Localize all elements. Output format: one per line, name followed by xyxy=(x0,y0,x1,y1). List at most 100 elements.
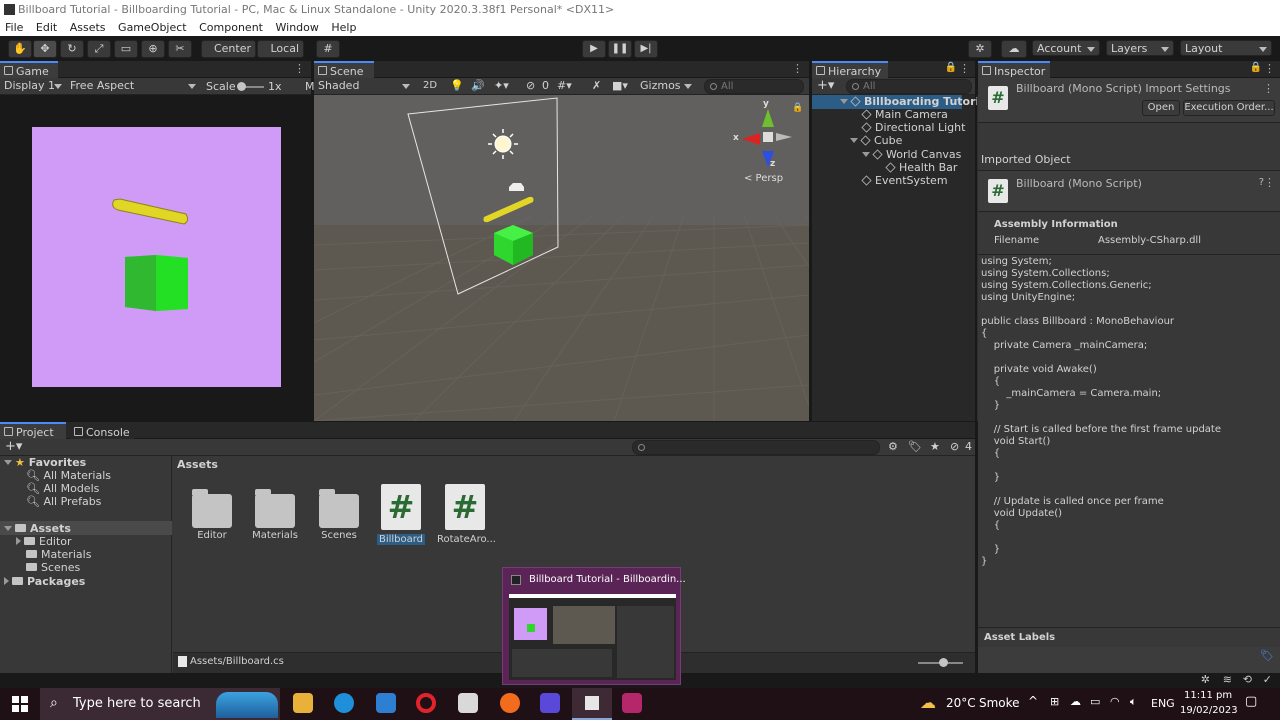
microsoft-store-icon[interactable] xyxy=(458,693,478,713)
asset-folder-materials[interactable]: Materials xyxy=(247,488,303,541)
project-search-input[interactable] xyxy=(632,440,880,455)
expand-arrow-icon[interactable] xyxy=(4,526,12,531)
windows-start-icon[interactable] xyxy=(12,696,28,712)
expand-arrow-icon[interactable] xyxy=(862,152,870,157)
favorites-item[interactable]: 🔍︎ All Materials xyxy=(26,469,111,482)
tab-scene[interactable]: Scene xyxy=(314,61,374,78)
hierarchy-item-eventsystem[interactable]: EventSystem xyxy=(861,174,948,187)
pivot-center-button[interactable]: Center xyxy=(201,40,256,58)
assets-breadcrumb[interactable]: Assets xyxy=(177,458,218,471)
custom-tool-icon[interactable]: ✂ xyxy=(168,40,192,58)
transform-tool-icon[interactable]: ⊕ xyxy=(141,40,165,58)
gizmos-dropdown[interactable]: Gizmos xyxy=(636,78,696,94)
label-tag-icon[interactable]: 🏷 xyxy=(1260,649,1274,662)
account-dropdown[interactable]: Account xyxy=(1032,40,1100,56)
menu-edit[interactable]: Edit xyxy=(36,21,57,34)
create-add-icon[interactable]: +▾ xyxy=(5,439,22,455)
file-explorer-icon[interactable] xyxy=(293,693,313,713)
panel-menu-icon[interactable]: ⋮ xyxy=(792,62,803,75)
asset-script-rotatearound[interactable]: # RotateAro... xyxy=(437,484,496,545)
icon-size-slider-thumb[interactable] xyxy=(939,658,948,667)
axis-x-cone[interactable] xyxy=(742,133,760,145)
app-icon[interactable] xyxy=(540,693,560,713)
layout-dropdown[interactable]: Layout xyxy=(1180,40,1272,56)
cloud-icon[interactable]: ☁ xyxy=(1001,40,1027,58)
network-device-icon[interactable]: ⊞ xyxy=(1050,695,1059,708)
favorites-item[interactable]: 🔍︎ All Prefabs xyxy=(26,495,101,508)
collab-icon[interactable]: ✲ xyxy=(968,40,992,58)
mode-2d-button[interactable]: 2D xyxy=(418,79,442,93)
lock-icon[interactable]: 🔒 xyxy=(792,103,803,113)
unity-taskbar-button[interactable] xyxy=(572,688,612,720)
display-dropdown[interactable]: Display 1 xyxy=(0,78,66,94)
opera-browser-icon[interactable] xyxy=(416,693,436,713)
move-tool-icon[interactable]: ✥ xyxy=(33,40,57,58)
menu-gameobject[interactable]: GameObject xyxy=(118,21,187,34)
hierarchy-item-world-canvas[interactable]: World Canvas xyxy=(862,148,961,161)
grid-dropdown-icon[interactable]: #▾ xyxy=(557,78,572,94)
edge-browser-icon[interactable] xyxy=(334,693,354,713)
menu-file[interactable]: File xyxy=(5,21,23,34)
hierarchy-search-input[interactable]: All xyxy=(846,79,972,94)
onedrive-icon[interactable]: ☁ xyxy=(1070,695,1081,708)
projection-toggle[interactable]: < Persp xyxy=(744,173,783,184)
layers-stack-icon[interactable]: ≋ xyxy=(1223,673,1232,686)
taskbar-thumbnail-popup[interactable]: Billboard Tutorial - Billboardin... xyxy=(502,567,686,685)
clock-date[interactable]: 19/02/2023 xyxy=(1180,705,1238,716)
asset-folder-scenes[interactable]: Scenes xyxy=(311,488,367,541)
folder-node-materials[interactable]: Materials xyxy=(26,548,91,561)
wifi-icon[interactable]: ◠ xyxy=(1110,695,1120,708)
menu-help[interactable]: Help xyxy=(331,21,356,34)
folder-node-scenes[interactable]: Scenes xyxy=(26,561,80,574)
input-language[interactable]: ENG xyxy=(1151,697,1175,710)
directional-light-icon[interactable] xyxy=(494,135,512,153)
tab-console[interactable]: Console xyxy=(70,422,134,439)
mail-icon[interactable] xyxy=(376,693,396,713)
notification-center-icon[interactable]: ▢ xyxy=(1245,694,1257,709)
script-menu-icon[interactable]: ⋮ xyxy=(1264,176,1275,189)
popup-preview[interactable] xyxy=(509,594,676,680)
progress-icon[interactable]: ⟲ xyxy=(1243,673,1252,686)
favorites-node[interactable]: ★ Favorites xyxy=(4,456,86,469)
menu-component[interactable]: Component xyxy=(199,21,263,34)
axis-neg-x-cone[interactable] xyxy=(776,133,792,141)
header-menu-icon[interactable]: ⋮ xyxy=(1263,82,1274,95)
create-add-icon[interactable]: +▾ xyxy=(817,78,834,94)
pause-button[interactable]: ❚❚ xyxy=(608,40,632,58)
asset-script-billboard[interactable]: # Billboard xyxy=(373,484,429,545)
hierarchy-item-cube[interactable]: Cube xyxy=(850,134,902,147)
expand-arrow-icon[interactable] xyxy=(16,537,21,545)
play-button[interactable]: ▶ xyxy=(582,40,606,58)
weather-temp[interactable]: 20°C xyxy=(946,696,976,710)
tab-hierarchy[interactable]: Hierarchy xyxy=(812,61,888,78)
folder-node-editor[interactable]: Editor xyxy=(16,535,72,548)
clock-time[interactable]: 11:11 pm xyxy=(1184,690,1232,701)
lock-icon[interactable]: 🔒 xyxy=(1250,62,1262,73)
pivot-local-button[interactable]: Local xyxy=(257,40,304,58)
weather-desc[interactable]: Smoke xyxy=(979,696,1020,710)
weather-icon[interactable]: ☁ xyxy=(920,693,936,712)
effects-dropdown-icon[interactable]: ✦▾ xyxy=(494,78,509,94)
step-button[interactable]: ▶| xyxy=(634,40,658,58)
hierarchy-item-main-camera[interactable]: Main Camera xyxy=(861,108,948,121)
scale-slider-thumb[interactable] xyxy=(237,82,246,91)
expand-arrow-icon[interactable] xyxy=(840,99,848,104)
panel-menu-icon[interactable]: ⋮ xyxy=(294,62,305,75)
menu-assets[interactable]: Assets xyxy=(70,21,106,34)
hidden-packages-icon[interactable]: ⊘ xyxy=(950,439,959,455)
panel-menu-icon[interactable]: ⋮ xyxy=(1264,62,1275,75)
rider-ide-icon[interactable] xyxy=(622,693,642,713)
hand-tool-icon[interactable]: ✋ xyxy=(8,40,32,58)
scale-tool-icon[interactable]: ⤢ xyxy=(87,40,111,58)
hidden-objects-icon[interactable]: ⊘ xyxy=(526,78,535,94)
gizmo-center-cube[interactable] xyxy=(763,132,773,142)
game-viewport[interactable] xyxy=(0,95,311,421)
rotate-tool-icon[interactable]: ↻ xyxy=(60,40,84,58)
search-by-type-icon[interactable]: ⚙ xyxy=(888,439,898,455)
expand-arrow-icon[interactable] xyxy=(4,460,12,465)
scene-search-input[interactable]: All xyxy=(704,79,804,94)
favorite-star-icon[interactable]: ★ xyxy=(930,439,940,455)
rect-tool-icon[interactable]: ▭ xyxy=(114,40,138,58)
volume-icon[interactable]: 🔈︎ xyxy=(1130,695,1137,709)
menu-window[interactable]: Window xyxy=(276,21,319,34)
